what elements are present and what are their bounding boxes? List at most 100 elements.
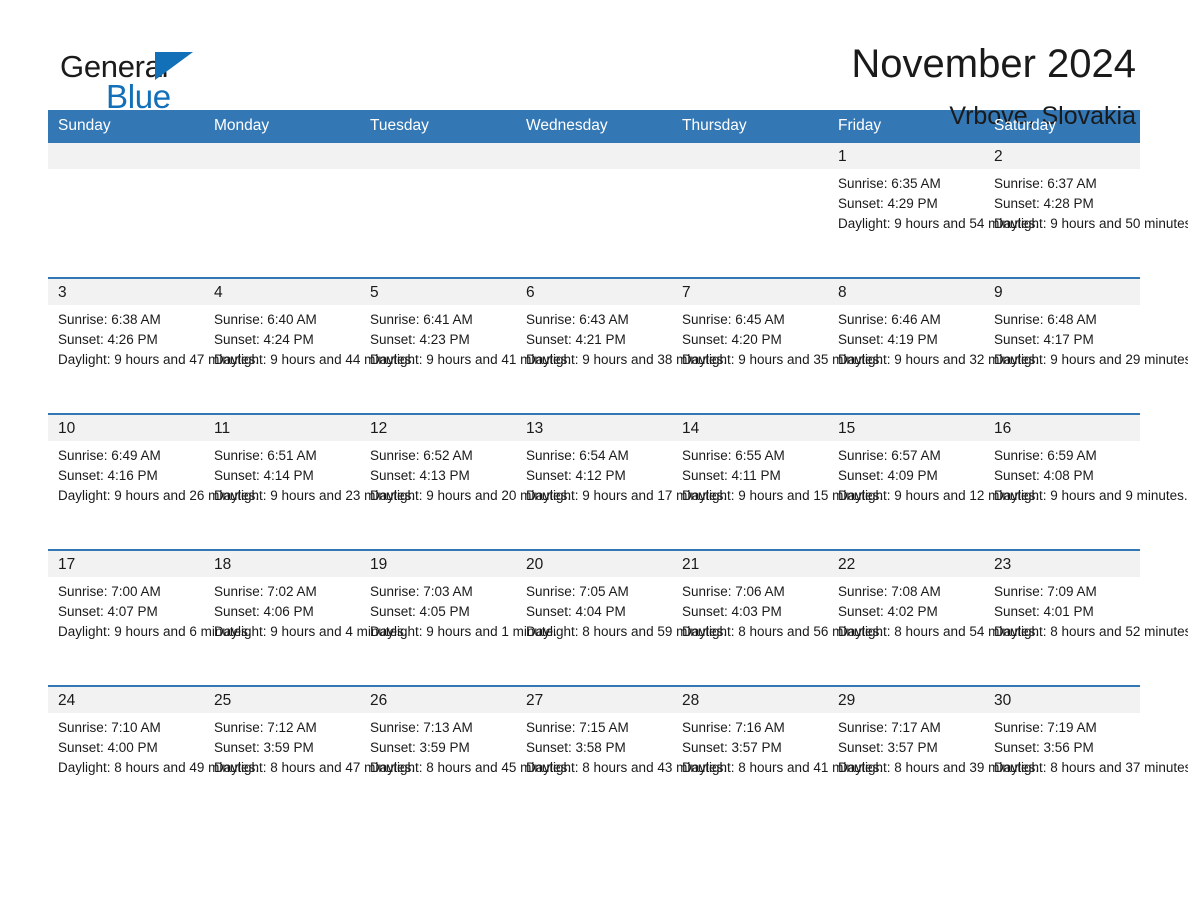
sunrise-text: Sunrise: 6:48 AM [994, 312, 1097, 327]
calendar-day-cell[interactable]: 3 Sunrise: 6:38 AM Sunset: 4:26 PM Daylight… [48, 277, 259, 414]
day-number: 4 [204, 279, 360, 305]
daylight-text: Daylight: 9 hours and 26 minutes. [58, 488, 260, 503]
sunrise-text: Sunrise: 6:52 AM [370, 448, 473, 463]
calendar-day-cell[interactable]: 12 Sunrise: 6:52 AM Sunset: 4:13 PM Dayligh… [360, 413, 571, 550]
daylight-text: Daylight: 8 hours and 45 minutes. [370, 760, 572, 775]
sunset-text: Sunset: 3:56 PM [994, 740, 1094, 755]
page-header: General Blue November 2024 Vrbove, Slova… [48, 0, 1140, 130]
logo-text-blue: Blue [106, 78, 171, 115]
calendar-day-cell[interactable]: 14 Sunrise: 6:55 AM Sunset: 4:11 PM Dayligh… [672, 413, 884, 550]
sunrise-text: Sunrise: 6:43 AM [526, 312, 629, 327]
sunrise-text: Sunrise: 7:00 AM [58, 584, 161, 599]
day-details: Sunrise: 6:49 AM Sunset: 4:16 PM Daylight:… [48, 441, 260, 506]
day-number: 5 [360, 279, 516, 305]
calendar-day-cell[interactable]: 1 Sunrise: 6:35 AM Sunset: 4:29 PM Daylight… [828, 143, 1039, 278]
calendar-day-cell[interactable]: 5 Sunrise: 6:41 AM Sunset: 4:23 PM Daylight… [360, 277, 571, 414]
calendar-day-cell[interactable]: 18 Sunrise: 7:02 AM Sunset: 4:06 PM Dayligh… [204, 549, 408, 686]
daylight-text: Daylight: 9 hours and 15 minutes. [682, 488, 884, 503]
calendar-day-cell[interactable]: 24 Sunrise: 7:10 AM Sunset: 4:00 PM Dayligh… [48, 685, 260, 821]
sunset-text: Sunset: 4:19 PM [838, 332, 938, 347]
day-number: 3 [48, 279, 204, 305]
calendar-day-cell[interactable]: 21 Sunrise: 7:06 AM Sunset: 4:03 PM Dayligh… [672, 549, 883, 686]
sunset-text: Sunset: 4:06 PM [214, 604, 314, 619]
sunrise-text: Sunrise: 7:05 AM [526, 584, 629, 599]
calendar-day-cell[interactable]: 9 Sunrise: 6:48 AM Sunset: 4:17 PM Daylight… [984, 277, 1188, 414]
calendar-day-cell[interactable]: 15 Sunrise: 6:57 AM Sunset: 4:09 PM Dayligh… [828, 413, 1039, 550]
day-number: 1 [828, 143, 984, 169]
sunrise-text: Sunrise: 7:15 AM [526, 720, 629, 735]
day-number: 18 [204, 551, 360, 577]
daylight-text: Daylight: 8 hours and 41 minutes. [682, 760, 884, 775]
calendar-day-cell[interactable]: 10 Sunrise: 6:49 AM Sunset: 4:16 PM Dayligh… [48, 413, 260, 550]
calendar-day-cell[interactable]: 17 Sunrise: 7:00 AM Sunset: 4:07 PM Dayligh… [48, 549, 252, 686]
calendar-day-cell[interactable]: 2 Sunrise: 6:37 AM Sunset: 4:28 PM Daylight… [984, 143, 1188, 278]
calendar-cell-empty [48, 143, 204, 278]
sunrise-text: Sunrise: 6:41 AM [370, 312, 473, 327]
calendar-day-cell[interactable]: 13 Sunrise: 6:54 AM Sunset: 4:12 PM Dayligh… [516, 413, 727, 550]
sunset-text: Sunset: 4:00 PM [58, 740, 158, 755]
daylight-text: Daylight: 8 hours and 52 minutes. [994, 624, 1188, 639]
sunrise-text: Sunrise: 6:51 AM [214, 448, 317, 463]
daylight-text: Daylight: 8 hours and 37 minutes. [994, 760, 1188, 775]
page-title: November 2024 [851, 42, 1136, 86]
day-details: Sunrise: 6:37 AM Sunset: 4:28 PM Daylight:… [984, 169, 1188, 234]
day-number: 24 [48, 687, 204, 713]
calendar-day-cell[interactable]: 30 Sunrise: 7:19 AM Sunset: 3:56 PM Dayligh… [984, 685, 1188, 821]
day-number: 20 [516, 551, 672, 577]
calendar-day-cell[interactable]: 8 Sunrise: 6:46 AM Sunset: 4:19 PM Daylight… [828, 277, 1039, 414]
calendar-day-cell[interactable]: 26 Sunrise: 7:13 AM Sunset: 3:59 PM Dayligh… [360, 685, 572, 821]
day-number: 14 [672, 415, 828, 441]
sunset-text: Sunset: 4:14 PM [214, 468, 314, 483]
day-details: Sunrise: 7:12 AM Sunset: 3:59 PM Daylight:… [204, 713, 415, 778]
calendar-day-cell[interactable]: 29 Sunrise: 7:17 AM Sunset: 3:57 PM Dayligh… [828, 685, 1039, 821]
calendar-day-cell[interactable]: 25 Sunrise: 7:12 AM Sunset: 3:59 PM Dayligh… [204, 685, 415, 821]
calendar-day-cell[interactable]: 22 Sunrise: 7:08 AM Sunset: 4:02 PM Dayligh… [828, 549, 1040, 686]
sunset-text: Sunset: 4:24 PM [214, 332, 314, 347]
day-number: 9 [984, 279, 1140, 305]
calendar-day-cell[interactable]: 7 Sunrise: 6:45 AM Sunset: 4:20 PM Daylight… [672, 277, 883, 414]
sunset-text: Sunset: 4:05 PM [370, 604, 470, 619]
daylight-text: Daylight: 8 hours and 49 minutes. [58, 760, 260, 775]
daylight-text: Daylight: 9 hours and 44 minutes. [214, 352, 416, 367]
sunrise-text: Sunrise: 6:54 AM [526, 448, 629, 463]
calendar-day-cell[interactable]: 4 Sunrise: 6:40 AM Sunset: 4:24 PM Daylight… [204, 277, 416, 414]
day-details: Sunrise: 6:43 AM Sunset: 4:21 PM Daylight:… [516, 305, 727, 370]
sunset-text: Sunset: 4:20 PM [682, 332, 782, 347]
weekday-header-monday: Monday [204, 110, 360, 143]
sunset-text: Sunset: 4:03 PM [682, 604, 782, 619]
calendar-day-cell[interactable]: 27 Sunrise: 7:15 AM Sunset: 3:58 PM Dayligh… [516, 685, 727, 821]
calendar-day-cell[interactable]: 19 Sunrise: 7:03 AM Sunset: 4:05 PM Dayligh… [360, 549, 557, 686]
sunrise-text: Sunrise: 6:49 AM [58, 448, 161, 463]
calendar-week-row: 3 Sunrise: 6:38 AM Sunset: 4:26 PM Daylight… [48, 277, 1188, 414]
calendar-day-cell[interactable]: 6 Sunrise: 6:43 AM Sunset: 4:21 PM Daylight… [516, 277, 727, 414]
calendar-day-cell[interactable]: 23 Sunrise: 7:09 AM Sunset: 4:01 PM Dayligh… [984, 549, 1188, 686]
daylight-text: Daylight: 9 hours and 23 minutes. [214, 488, 416, 503]
sunset-text: Sunset: 4:02 PM [838, 604, 938, 619]
calendar-week-row: 10 Sunrise: 6:49 AM Sunset: 4:16 PM Dayligh… [48, 413, 1188, 550]
day-details: Sunrise: 6:52 AM Sunset: 4:13 PM Daylight:… [360, 441, 571, 506]
calendar-day-cell[interactable]: 20 Sunrise: 7:05 AM Sunset: 4:04 PM Dayligh… [516, 549, 728, 686]
sunrise-text: Sunrise: 6:37 AM [994, 176, 1097, 191]
day-details: Sunrise: 6:59 AM Sunset: 4:08 PM Daylight:… [984, 441, 1188, 506]
sunset-text: Sunset: 4:21 PM [526, 332, 626, 347]
day-details: Sunrise: 6:40 AM Sunset: 4:24 PM Daylight:… [204, 305, 416, 370]
daylight-text: Daylight: 9 hours and 50 minutes. [994, 216, 1188, 231]
calendar-page: General Blue November 2024 Vrbove, Slova… [0, 0, 1188, 918]
sunrise-text: Sunrise: 6:59 AM [994, 448, 1097, 463]
triangle-icon [155, 52, 193, 80]
day-details: Sunrise: 7:09 AM Sunset: 4:01 PM Daylight:… [984, 577, 1188, 642]
sunrise-text: Sunrise: 6:45 AM [682, 312, 785, 327]
generalblue-logo[interactable]: General Blue [60, 44, 210, 116]
daylight-text: Daylight: 8 hours and 54 minutes. [838, 624, 1040, 639]
calendar-day-cell[interactable]: 11 Sunrise: 6:51 AM Sunset: 4:14 PM Dayligh… [204, 413, 416, 550]
sunrise-text: Sunrise: 7:19 AM [994, 720, 1097, 735]
day-details: Sunrise: 6:46 AM Sunset: 4:19 PM Daylight:… [828, 305, 1039, 370]
calendar-day-cell[interactable]: 28 Sunrise: 7:16 AM Sunset: 3:57 PM Dayligh… [672, 685, 884, 821]
sunrise-text: Sunrise: 7:17 AM [838, 720, 941, 735]
calendar-day-cell[interactable]: 16 Sunrise: 6:59 AM Sunset: 4:08 PM Dayligh… [984, 413, 1188, 550]
weekday-header-tuesday: Tuesday [360, 110, 516, 143]
day-number [516, 143, 672, 169]
daylight-text: Daylight: 8 hours and 59 minutes. [526, 624, 728, 639]
day-details: Sunrise: 6:35 AM Sunset: 4:29 PM Daylight:… [828, 169, 1039, 234]
sunrise-text: Sunrise: 7:16 AM [682, 720, 785, 735]
